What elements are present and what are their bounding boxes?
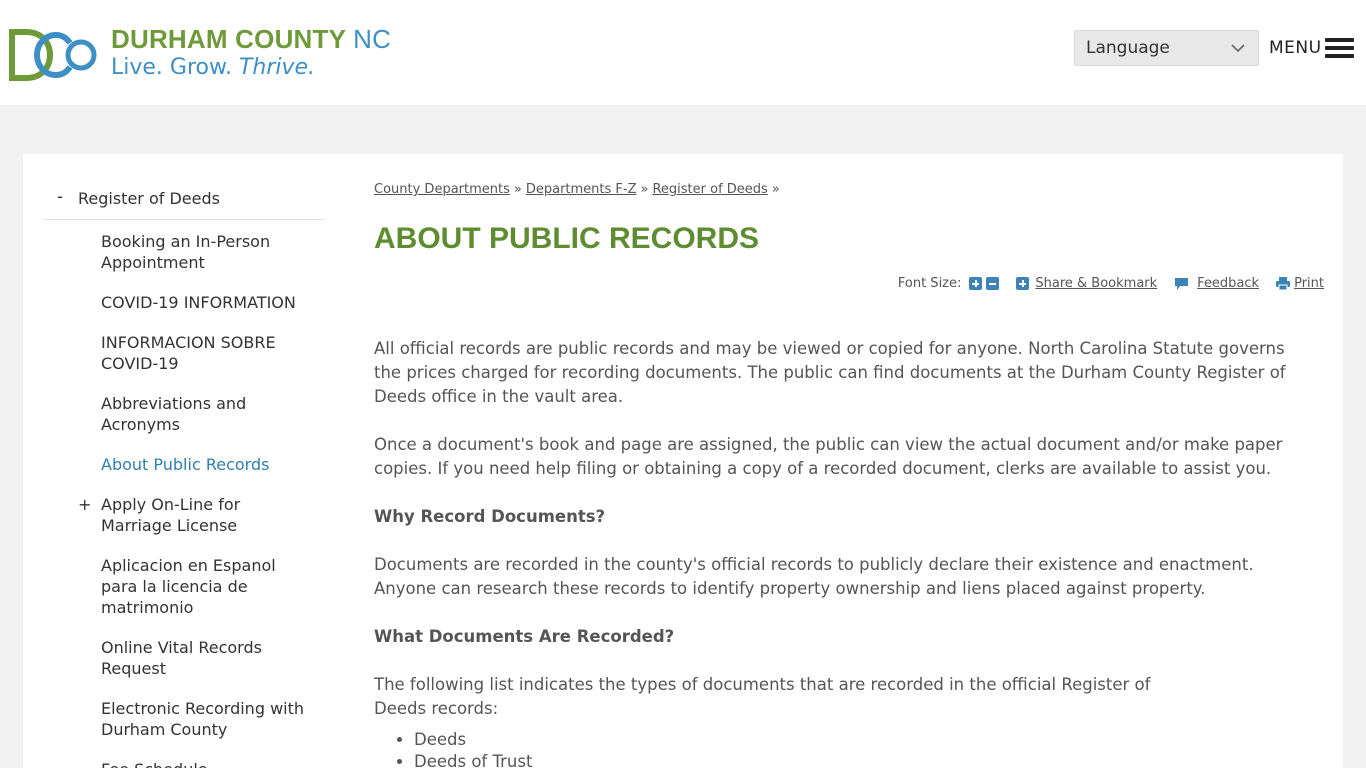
menu-button[interactable]: MENU	[1269, 36, 1354, 60]
font-size-control: Font Size:	[898, 276, 1000, 291]
main-panel: - Register of Deeds Booking an In-Person…	[23, 154, 1343, 768]
sidebar-item-vital-records[interactable]: Online Vital Records Request	[45, 637, 323, 679]
logo-text: DURHAM COUNTY NC Live. Grow. Thrive.	[111, 24, 391, 82]
paragraph: Once a document's book and page are assi…	[374, 435, 1283, 478]
sidebar-item-marriage-license[interactable]: + Apply On-Line for Marriage License	[45, 494, 323, 536]
sidebar-list: Booking an In-Person Appointment COVID-1…	[45, 231, 323, 768]
site-header: DURHAM COUNTY NC Live. Grow. Thrive. Lan…	[0, 0, 1366, 105]
breadcrumb-departments-f-z[interactable]: Departments F-Z	[526, 182, 637, 197]
list-item: Deeds of Trust	[414, 751, 1304, 768]
hamburger-icon	[1324, 38, 1354, 58]
sidebar-item-covid[interactable]: COVID-19 INFORMATION	[45, 292, 323, 313]
sidebar-item-about-public-records[interactable]: About Public Records	[45, 454, 323, 475]
sidebar-item-marriage-es[interactable]: Aplicacion en Espanol para la licencia d…	[45, 555, 323, 618]
logo-tagline: Live. Grow. Thrive.	[111, 55, 316, 80]
sidebar-section-title: Register of Deeds	[78, 189, 220, 208]
speech-bubble-icon	[1175, 277, 1189, 290]
list-item: Deeds	[414, 729, 1304, 751]
language-select-label: Language	[1086, 38, 1170, 58]
section-heading: Why Record Documents?	[374, 507, 606, 526]
breadcrumb: County Departments» Departments F-Z» Regis…	[374, 182, 780, 197]
printer-icon	[1276, 277, 1291, 290]
sidebar-item-abbreviations[interactable]: Abbreviations and Acronyms	[45, 393, 323, 435]
article-body: All official records are public records …	[374, 337, 1304, 768]
page-tools: Font Size: Share & Bookmark Feedback Pri…	[898, 276, 1324, 291]
paragraph: All official records are public records …	[374, 339, 1286, 406]
print-link[interactable]: Print	[1276, 276, 1324, 291]
sidebar-item-booking[interactable]: Booking an In-Person Appointment	[45, 231, 323, 273]
sidebar-item-fee-schedule[interactable]: Fee Schedule	[45, 759, 323, 768]
logo-name: DURHAM COUNTY NC	[111, 24, 392, 54]
font-size-label: Font Size:	[897, 276, 962, 291]
sidebar-nav: - Register of Deeds Booking an In-Person…	[45, 184, 323, 768]
paragraph: The following list indicates the types o…	[374, 675, 1151, 718]
sidebar-section-register-of-deeds[interactable]: - Register of Deeds	[45, 184, 323, 220]
page-title: ABOUT PUBLIC RECORDS	[374, 222, 760, 255]
breadcrumb-county-departments[interactable]: County Departments	[374, 182, 510, 197]
expand-icon[interactable]: +	[78, 494, 91, 515]
breadcrumb-register-of-deeds[interactable]: Register of Deeds	[652, 182, 767, 197]
language-select[interactable]: Language	[1074, 30, 1259, 66]
section-heading: What Documents Are Recorded?	[374, 627, 675, 646]
collapse-icon[interactable]: -	[57, 187, 63, 207]
site-logo[interactable]: DURHAM COUNTY NC Live. Grow. Thrive.	[9, 24, 391, 84]
document-types-list: Deeds Deeds of Trust	[414, 729, 1304, 768]
chevron-down-icon	[1231, 44, 1245, 53]
sidebar-item-covid-es[interactable]: INFORMACION SOBRE COVID-19	[45, 332, 323, 374]
sidebar-item-electronic-recording[interactable]: Electronic Recording with Durham County	[45, 698, 323, 740]
share-plus-icon	[1016, 277, 1030, 290]
share-bookmark-link[interactable]: Share & Bookmark	[1016, 276, 1157, 291]
feedback-link[interactable]: Feedback	[1174, 276, 1259, 291]
menu-label: MENU	[1269, 38, 1322, 58]
font-increase-icon[interactable]	[969, 277, 983, 290]
dco-logo-icon	[9, 29, 97, 81]
font-decrease-icon[interactable]	[986, 277, 1000, 290]
paragraph: Documents are recorded in the county's o…	[374, 555, 1254, 598]
